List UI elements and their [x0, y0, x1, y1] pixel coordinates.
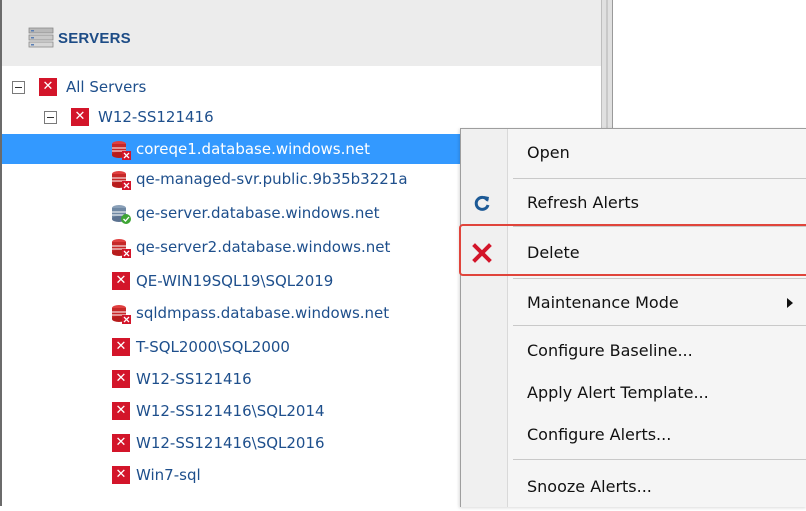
menu-item-apply-alert-template[interactable]: Apply Alert Template... [461, 369, 806, 417]
tree-item[interactable]: ✕ T-SQL2000\SQL2000 [2, 332, 460, 362]
delete-highlight-annotation [459, 224, 806, 276]
database-alert-icon [112, 239, 131, 258]
submenu-arrow-icon [787, 298, 793, 308]
tree-item[interactable]: qe-server2.database.windows.net [2, 232, 460, 262]
menu-separator [513, 459, 806, 460]
database-alert-icon [112, 171, 131, 190]
tree-item-label: W12-SS121416\SQL2014 [136, 402, 325, 420]
tree-item[interactable]: ✕ W12-SS121416\SQL2014 [2, 396, 460, 426]
tree-item-label: qe-server2.database.windows.net [136, 238, 391, 256]
menu-item-label: Apply Alert Template... [527, 383, 709, 402]
menu-separator [513, 325, 806, 326]
error-x-icon: ✕ [112, 272, 130, 290]
tree-item[interactable]: ✕ Win7-sql [2, 460, 460, 490]
menu-item-label: Maintenance Mode [527, 293, 679, 312]
menu-item-configure-baseline[interactable]: Configure Baseline... [461, 327, 806, 375]
tree-item[interactable]: sqldmpass.database.windows.net [2, 298, 460, 328]
menu-item-label: Configure Baseline... [527, 341, 693, 360]
tree-item-label: sqldmpass.database.windows.net [136, 304, 390, 322]
refresh-icon [474, 195, 490, 211]
error-x-icon: ✕ [112, 370, 130, 388]
menu-item-label: Configure Alerts... [527, 425, 672, 444]
menu-item-open[interactable]: Open [461, 129, 806, 177]
tree-node-label: All Servers [66, 78, 147, 96]
menu-item-maintenance-mode[interactable]: Maintenance Mode [461, 279, 806, 327]
tree-item-label: Win7-sql [136, 466, 201, 484]
error-x-icon: ✕ [39, 78, 57, 96]
tree-item-label: qe-managed-svr.public.9b35b3221a [136, 170, 408, 188]
tree-item-label: W12-SS121416\SQL2016 [136, 434, 325, 452]
menu-item-configure-alerts[interactable]: Configure Alerts... [461, 411, 806, 459]
tree-item[interactable]: qe-server.database.windows.net [2, 198, 460, 228]
menu-item-label: Refresh Alerts [527, 193, 639, 212]
menu-item-refresh-alerts[interactable]: Refresh Alerts [461, 179, 806, 227]
database-ok-icon [112, 205, 131, 224]
error-x-icon: ✕ [71, 108, 89, 126]
menu-item-label: Snooze Alerts... [527, 477, 652, 496]
tree-item-label: W12-SS121416 [136, 370, 252, 388]
menu-item-snooze-alerts[interactable]: Snooze Alerts... [461, 463, 806, 511]
tree-item-label: T-SQL2000\SQL2000 [136, 338, 290, 356]
tree-item-label: qe-server.database.windows.net [136, 204, 380, 222]
tree-item[interactable]: ✕ W12-SS121416\SQL2016 [2, 428, 460, 458]
tree-item[interactable]: ✕ W12-SS121416 [2, 364, 460, 394]
tree-item-label: coreqe1.database.windows.net [136, 140, 370, 158]
error-x-icon: ✕ [112, 402, 130, 420]
tree-item[interactable]: ✕ QE-WIN19SQL19\SQL2019 [2, 266, 460, 296]
tree-item[interactable]: qe-managed-svr.public.9b35b3221a [2, 164, 460, 194]
database-alert-icon [112, 141, 131, 160]
error-x-icon: ✕ [112, 434, 130, 452]
servers-panel-header: SERVERS [2, 0, 601, 66]
tree-node-label: W12-SS121416 [98, 108, 214, 126]
collapse-icon[interactable] [12, 81, 25, 94]
error-x-icon: ✕ [112, 338, 130, 356]
collapse-icon[interactable] [44, 111, 57, 124]
menu-item-label: Open [527, 143, 570, 162]
error-x-icon: ✕ [112, 466, 130, 484]
tree-item-label: QE-WIN19SQL19\SQL2019 [136, 272, 334, 290]
servers-icon [28, 27, 54, 48]
tree-node-all-servers[interactable]: ✕ All Servers [2, 72, 601, 102]
panel-title: SERVERS [58, 30, 131, 47]
database-alert-icon [112, 305, 131, 324]
context-menu: Open Refresh Alerts Delete Maintenance M… [460, 128, 806, 507]
